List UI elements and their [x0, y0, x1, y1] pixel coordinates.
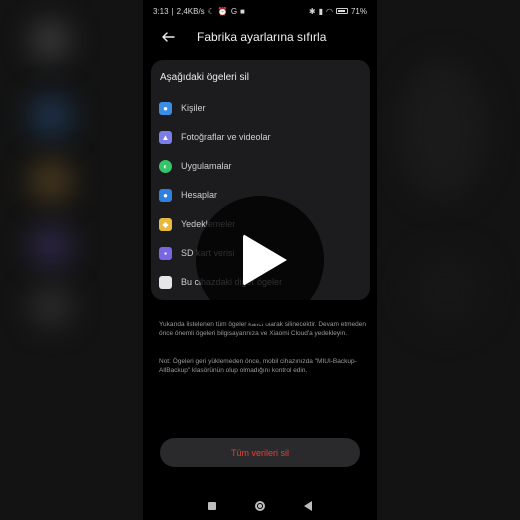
- video-icon: ■: [240, 6, 245, 16]
- gallery-icon: ▲: [159, 130, 172, 144]
- status-time: 3:13: [153, 6, 169, 16]
- backup-note-text: Not: Ögeleri geri yüklemeden önce, mobil…: [159, 358, 357, 374]
- accounts-icon: ●: [159, 188, 172, 202]
- contacts-icon: ●: [159, 101, 172, 115]
- list-item-label: Hesaplar: [181, 190, 218, 200]
- status-network-speed: 2,4KB/s: [176, 6, 205, 16]
- recents-icon[interactable]: [208, 502, 217, 510]
- list-item-label: Uygulamalar: [181, 161, 232, 171]
- card-title: Aşağıdaki ögeleri sil: [160, 72, 249, 83]
- status-bar: 3:13 | 2,4KB/s ☾ ⏰ G ■ ✱ ▮ ◠ 71%: [143, 0, 377, 22]
- wifi-icon: ◠: [326, 6, 333, 16]
- status-separator: |: [171, 6, 174, 16]
- battery-level: 71%: [350, 6, 367, 16]
- list-item-label: Fotoğraflar ve videolar: [181, 132, 271, 142]
- moon-icon: ☾: [207, 6, 215, 16]
- navigation-bar: [143, 494, 377, 518]
- back-icon[interactable]: [303, 501, 312, 511]
- alarm-off-icon: ⏰: [217, 6, 228, 16]
- apps-icon: ◐: [159, 159, 172, 173]
- google-icon: G: [230, 6, 238, 16]
- back-arrow-icon[interactable]: [155, 24, 181, 50]
- other-items-icon: [159, 275, 172, 289]
- back-arrow-svg: [161, 32, 175, 42]
- play-icon: [243, 234, 287, 286]
- battery-icon: [335, 8, 348, 14]
- play-button[interactable]: [196, 196, 324, 324]
- home-icon[interactable]: [254, 501, 265, 511]
- bluetooth-icon: ✱: [308, 6, 316, 16]
- backup-icon: ◆: [159, 217, 172, 231]
- list-item-apps: ◐ Uygulamalar: [159, 156, 364, 176]
- list-item-contacts: ● Kişiler: [159, 98, 364, 118]
- list-item-label: Kişiler: [181, 103, 206, 113]
- header: Fabrika ayarlarına sıfırla: [143, 24, 377, 50]
- signal-icon: ▮: [318, 6, 323, 16]
- sd-card-icon: ▪: [159, 246, 172, 260]
- blurred-background-left: [0, 0, 143, 520]
- status-right: ✱ ▮ ◠ 71%: [309, 7, 367, 16]
- page-title: Fabrika ayarlarına sıfırla: [197, 30, 327, 44]
- erase-all-data-button[interactable]: Tüm verileri sil: [160, 438, 360, 467]
- status-left: 3:13 | 2,4KB/s ☾ ⏰ G ■: [153, 7, 245, 16]
- list-item-gallery: ▲ Fotoğraflar ve videolar: [159, 127, 364, 147]
- blurred-background-right: [377, 0, 520, 520]
